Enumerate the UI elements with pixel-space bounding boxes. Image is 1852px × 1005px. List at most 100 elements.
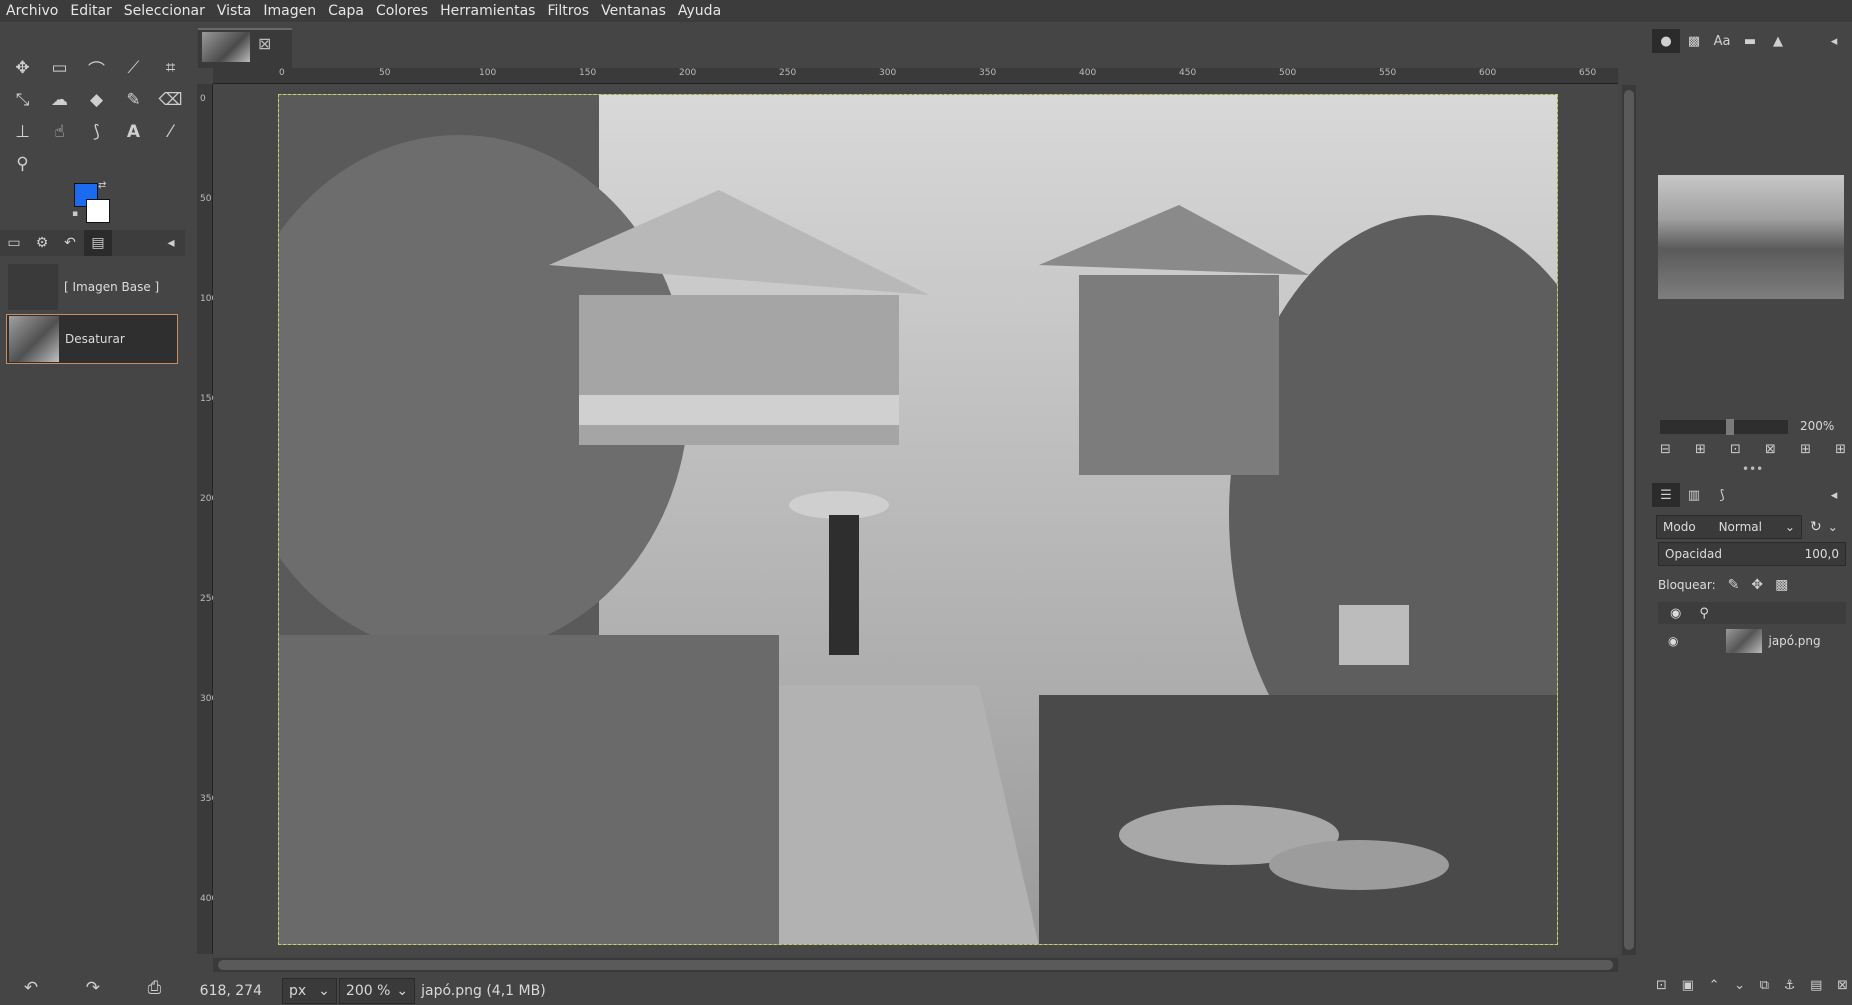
mode-select[interactable]: Modo Normal ⌄ bbox=[1656, 515, 1802, 539]
layer-row[interactable]: ◉ japó.png bbox=[1658, 626, 1846, 656]
swap-colors-icon[interactable]: ⇄ bbox=[98, 180, 106, 191]
clear-history-icon[interactable]: ⎙ bbox=[148, 978, 162, 998]
navigator-preview[interactable] bbox=[1658, 175, 1844, 299]
mask-icon[interactable]: ▤ bbox=[1810, 978, 1822, 1002]
bucket-fill-icon[interactable]: ◆ bbox=[78, 84, 115, 116]
shrink-wrap-icon[interactable]: ⊞ bbox=[1835, 442, 1846, 460]
history-item[interactable]: [ Imagen Base ] bbox=[6, 262, 178, 312]
unit-select[interactable]: px ⌄ bbox=[282, 977, 337, 1004]
menu-seleccionar[interactable]: Seleccionar bbox=[118, 0, 211, 22]
dock-menu-icon[interactable]: ◂ bbox=[1820, 29, 1848, 53]
default-colors-icon[interactable]: ▪ bbox=[72, 209, 78, 219]
delete-layer-icon[interactable]: ⊠ bbox=[1837, 978, 1848, 1002]
navigator-tab-icon[interactable]: ▲ bbox=[1764, 29, 1792, 53]
menu-colores[interactable]: Colores bbox=[370, 0, 434, 22]
undo-history-tab-icon[interactable]: ↶ bbox=[56, 230, 84, 256]
zoom-out-icon[interactable]: ⊟ bbox=[1660, 442, 1671, 460]
opacity-slider[interactable]: Opacidad 100,0 bbox=[1658, 542, 1846, 566]
rect-select-icon[interactable]: ▭ bbox=[41, 52, 78, 84]
menu-ayuda[interactable]: Ayuda bbox=[672, 0, 727, 22]
move-tool-icon[interactable]: ✥ bbox=[4, 52, 41, 84]
left-dock-tabs: ▭ ⚙ ↶ ▤ ◂ bbox=[0, 230, 185, 256]
new-layer-icon[interactable]: ▣ bbox=[1682, 978, 1694, 1002]
horizontal-scroll-thumb[interactable] bbox=[218, 960, 1613, 970]
unified-transform-icon[interactable]: ⤡ bbox=[4, 84, 41, 116]
vertical-ruler[interactable]: 0 50 100 150 200 250 300 350 400 bbox=[197, 84, 217, 954]
navigator-zoom-label: 200% bbox=[1800, 419, 1835, 433]
background-color-swatch[interactable] bbox=[86, 199, 110, 223]
raise-layer-icon[interactable]: ⌃ bbox=[1709, 978, 1720, 1002]
opacity-label: Opacidad bbox=[1665, 547, 1722, 561]
zoom-1-1-icon[interactable]: ⊡ bbox=[1730, 442, 1741, 460]
vertical-scroll-thumb[interactable] bbox=[1624, 90, 1634, 950]
chevron-down-icon: ⌄ bbox=[318, 982, 330, 999]
fg-bg-colors: ⇄ ▪ bbox=[70, 180, 120, 227]
fill-window-icon[interactable]: ⊞ bbox=[1800, 442, 1811, 460]
text-icon[interactable]: A bbox=[115, 116, 152, 148]
zoom-select[interactable]: 200 % ⌄ bbox=[338, 977, 416, 1004]
image-canvas[interactable] bbox=[278, 94, 1558, 945]
history-item-selected[interactable]: Desaturar bbox=[6, 314, 178, 364]
fuzzy-select-icon[interactable]: ⟋ bbox=[115, 52, 152, 84]
clone-icon[interactable]: ⊥ bbox=[4, 116, 41, 148]
history-actions: ↶ ↷ ⎙ bbox=[0, 970, 185, 1005]
menu-imagen[interactable]: Imagen bbox=[257, 0, 322, 22]
layer-name: japó.png bbox=[1768, 634, 1821, 648]
patterns-tab-icon[interactable]: ▩ bbox=[1680, 29, 1708, 53]
undo-icon[interactable]: ↶ bbox=[24, 978, 38, 998]
menu-vista[interactable]: Vista bbox=[211, 0, 258, 22]
ruler-label: 250 bbox=[779, 68, 797, 78]
brushes-tab-icon[interactable]: ● bbox=[1652, 29, 1680, 53]
paths-icon[interactable]: ⟆ bbox=[78, 116, 115, 148]
anchor-layer-icon[interactable]: ⚓ bbox=[1784, 978, 1796, 1002]
color-picker-icon[interactable]: ⁄ bbox=[152, 116, 189, 148]
channels-tab-icon[interactable]: ▥ bbox=[1680, 483, 1708, 507]
menu-editar[interactable]: Editar bbox=[64, 0, 117, 22]
paintbrush-icon[interactable]: ✎ bbox=[115, 84, 152, 116]
warp-icon[interactable]: ☁ bbox=[41, 84, 78, 116]
lock-alpha-icon[interactable]: ▩ bbox=[1775, 577, 1788, 593]
lock-pixels-icon[interactable]: ✎ bbox=[1728, 577, 1740, 593]
gradients-tab-icon[interactable]: ▬ bbox=[1736, 29, 1764, 53]
zoom-in-icon[interactable]: ⊞ bbox=[1695, 442, 1706, 460]
fonts-tab-icon[interactable]: Aa bbox=[1708, 29, 1736, 53]
new-layer-group-icon[interactable]: ⊡ bbox=[1656, 978, 1667, 1002]
layers-tab-icon[interactable]: ☰ bbox=[1652, 483, 1680, 507]
redo-icon[interactable]: ↷ bbox=[86, 978, 100, 998]
pane-handle-icon[interactable]: ••• bbox=[1742, 462, 1763, 476]
close-icon[interactable]: ⊠ bbox=[258, 34, 271, 53]
layers-actions: ⊡ ▣ ⌃ ⌄ ⧉ ⚓ ▤ ⊠ bbox=[1656, 978, 1848, 1002]
menu-capa[interactable]: Capa bbox=[322, 0, 370, 22]
dock-menu-icon[interactable]: ◂ bbox=[1820, 483, 1848, 507]
menu-archivo[interactable]: Archivo bbox=[0, 0, 64, 22]
chevron-down-icon[interactable]: ⌄ bbox=[1828, 520, 1838, 534]
horizontal-ruler[interactable]: 0 50 100 150 200 250 300 350 400 450 500… bbox=[213, 68, 1618, 84]
ruler-label: 650 bbox=[1579, 68, 1597, 78]
mode-reset-icon[interactable]: ↻ bbox=[1810, 519, 1822, 535]
menu-ventanas[interactable]: Ventanas bbox=[595, 0, 672, 22]
zoom-icon[interactable]: ⚲ bbox=[4, 148, 41, 180]
paths-tab-icon[interactable]: ⟆ bbox=[1708, 483, 1736, 507]
navigator-zoom-slider[interactable] bbox=[1660, 420, 1788, 434]
lower-layer-icon[interactable]: ⌄ bbox=[1734, 978, 1745, 1002]
images-tab-icon[interactable]: ▤ bbox=[84, 230, 112, 256]
ruler-label: 350 bbox=[979, 68, 997, 78]
lock-position-icon[interactable]: ✥ bbox=[1751, 577, 1763, 593]
duplicate-layer-icon[interactable]: ⧉ bbox=[1760, 978, 1769, 1002]
eraser-icon[interactable]: ⌫ bbox=[152, 84, 189, 116]
crop-icon[interactable]: ⌗ bbox=[152, 52, 189, 84]
fit-image-icon[interactable]: ⊠ bbox=[1765, 442, 1776, 460]
device-status-tab-icon[interactable]: ⚙ bbox=[28, 230, 56, 256]
chain-header-icon: ⚲ bbox=[1699, 605, 1709, 621]
menu-filtros[interactable]: Filtros bbox=[541, 0, 595, 22]
layer-mode-row: Modo Normal ⌄ ↻ ⌄ bbox=[1656, 514, 1846, 540]
right-dock-tabs-top: ● ▩ Aa ▬ ▲ ◂ bbox=[1652, 28, 1848, 54]
lasso-icon[interactable]: ⌒ bbox=[78, 52, 115, 84]
smudge-icon[interactable]: ☝ bbox=[41, 116, 78, 148]
tool-options-tab-icon[interactable]: ▭ bbox=[0, 230, 28, 256]
eye-icon[interactable]: ◉ bbox=[1668, 634, 1678, 648]
navigator-zoom-knob[interactable] bbox=[1726, 419, 1734, 435]
dock-menu-icon[interactable]: ◂ bbox=[157, 230, 185, 256]
chevron-down-icon: ⌄ bbox=[1784, 520, 1795, 534]
menu-herramientas[interactable]: Herramientas bbox=[434, 0, 541, 22]
